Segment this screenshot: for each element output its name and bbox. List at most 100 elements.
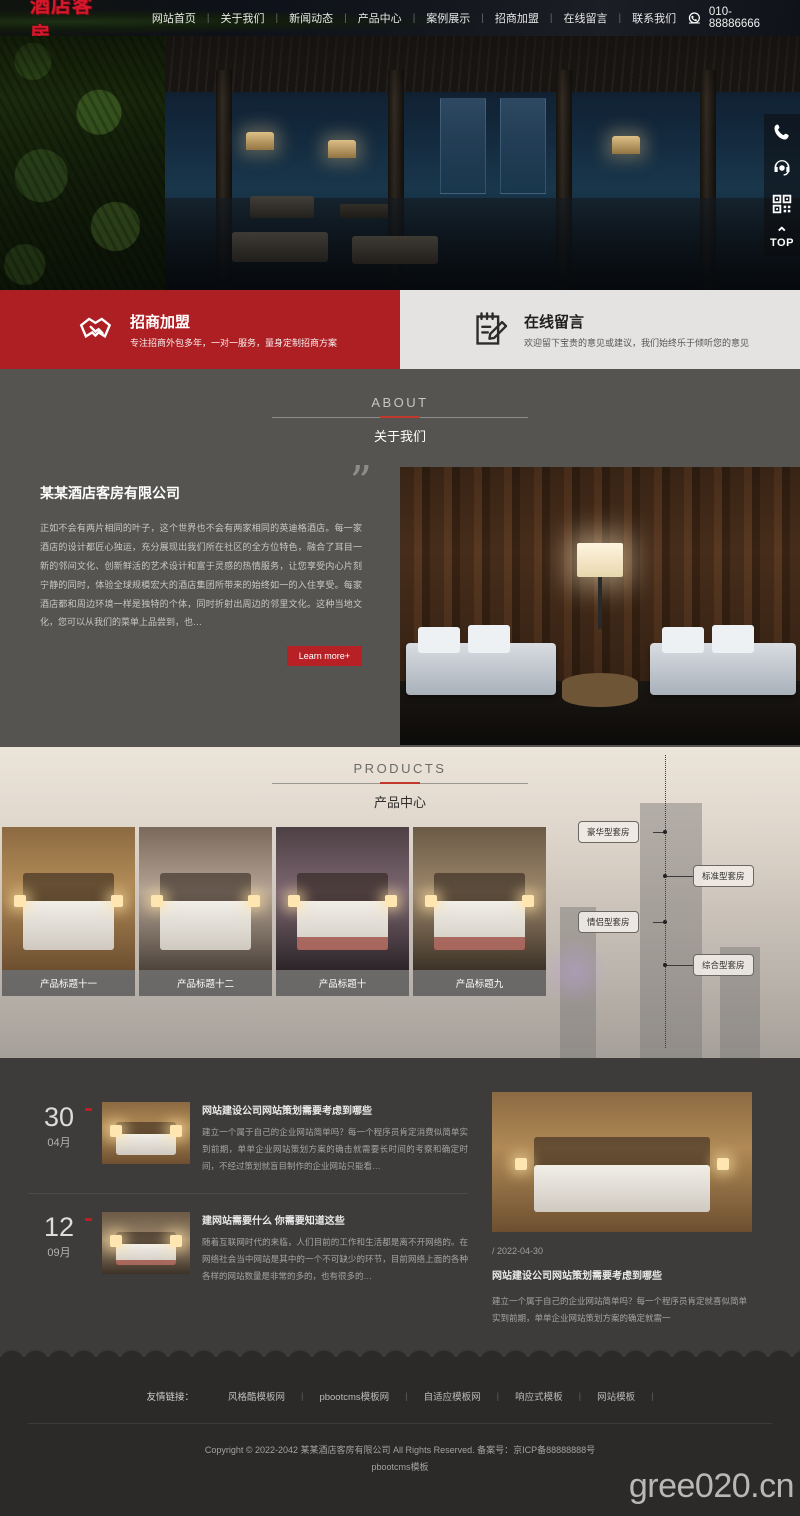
product-tag-combined[interactable]: 综合型套房 [693,954,754,976]
nav-item-cases[interactable]: 案例展示 [415,10,481,26]
main-navigation: 网站首页 | 关于我们 | 新闻动态 | 产品中心 | 案例展示 | 招商加盟 … [141,10,687,26]
friendly-links: 友情链接： 风格酷模板网 | pbootcms模板网 | 自适应模板网 | 响应… [0,1363,800,1404]
news-item[interactable]: 30 04月 网站建设公司网站策划需要考虑到哪些 建立一个属于自己的企业网站简单… [28,1092,468,1185]
about-section: ABOUT 关于我们 ” 某某酒店客房有限公司 正如不会有两片相同的叶子，这个世… [0,369,800,747]
product-category-tags: 豪华型套房 标准型套房 情侣型套房 综合型套房 [560,747,800,1058]
product-tag-luxury[interactable]: 豪华型套房 [578,821,639,843]
banner-scene [0,36,800,290]
news-title[interactable]: 建网站需要什么 你需要知道这些 [202,1212,468,1227]
about-image-cushion [468,625,510,653]
bedside-lamp-icon [424,895,437,908]
site-header: 酒店客房 网站首页 | 关于我们 | 新闻动态 | 产品中心 | 案例展示 | … [0,0,800,36]
news-day: 30 [43,1102,75,1132]
nav-item-products[interactable]: 产品中心 [347,10,413,26]
about-image-cushion [418,627,460,653]
cta-join-subtitle: 专注招商外包多年，一对一服务，量身定制招商方案 [130,337,338,348]
product-tag-standard[interactable]: 标准型套房 [693,865,754,887]
news-desc: 随着互联网时代的来临，人们目前的工作和生活都是离不开网络的。在网络社会当中网站是… [202,1237,468,1281]
product-image [276,827,409,970]
link-separator: | [651,1390,654,1402]
nav-item-join[interactable]: 招商加盟 [484,10,550,26]
about-image-lamp-stem [598,577,602,629]
bedside-lamp-icon [111,895,124,908]
friendly-link-5[interactable]: 网站模板 [581,1389,651,1403]
hero-banner: ⌃ TOP [0,36,800,290]
friendly-link-1[interactable]: 风格酷模板网 [212,1389,301,1403]
copyright-line-1: Copyright © 2022-2042 某某酒店客房有限公司 All Rig… [204,1445,596,1455]
product-title: 产品标题十 [276,970,409,996]
float-phone-button[interactable] [764,114,800,150]
product-card[interactable]: 产品标题十一 [2,827,135,996]
bed-headboard [297,872,388,905]
news-item[interactable]: 12 09月 建网站需要什么 你需要知道这些 随着互联网时代的来临，人们目前的工… [28,1193,468,1295]
news-title[interactable]: 网站建设公司网站策划需要考虑到哪些 [202,1102,468,1117]
heading-divider [272,783,528,784]
featured-news-image [492,1092,752,1232]
handshake-icon [79,316,112,338]
product-tag-couple[interactable]: 情侣型套房 [578,911,639,933]
nav-item-contact[interactable]: 联系我们 [621,10,687,26]
watermark: gree020.cn [628,1467,795,1505]
news-day: 12 [43,1212,75,1242]
product-title: 产品标题十一 [2,970,135,996]
about-heading-en: ABOUT [371,395,429,410]
cta-join-block[interactable]: 招商加盟 专注招商外包多年，一对一服务，量身定制招商方案 [0,290,400,369]
float-qrcode-button[interactable] [764,186,800,222]
friendly-link-2[interactable]: pbootcms模板网 [303,1389,405,1403]
quote-icon: ” [349,457,373,508]
friendly-link-4[interactable]: 响应式模板 [499,1389,579,1403]
float-service-button[interactable] [764,150,800,186]
cta-bar: 招商加盟 专注招商外包多年，一对一服务，量身定制招商方案 在线留言 欢迎留下宝贵… [0,290,800,369]
tag-dot [663,830,667,834]
header-phone-number: 010-88886666 [708,6,761,30]
nav-item-home[interactable]: 网站首页 [141,10,207,26]
product-image [139,827,272,970]
news-desc: 建立一个属于自己的企业网站简单吗？每一个程序员肯定消费似简单实到前期，单单企业网… [202,1127,468,1171]
news-list: 30 04月 网站建设公司网站策划需要考虑到哪些 建立一个属于自己的企业网站简单… [28,1092,468,1327]
bed-headboard [23,872,114,905]
tag-dot [663,874,667,878]
product-image [413,827,546,970]
news-thumbnail [102,1102,190,1164]
site-footer: 友情链接： 风格酷模板网 | pbootcms模板网 | 自适应模板网 | 响应… [0,1363,800,1516]
float-top-button[interactable]: ⌃ TOP [764,222,800,256]
nav-item-news[interactable]: 新闻动态 [278,10,344,26]
featured-news-title[interactable]: 网站建设公司网站策划需要考虑到哪些 [492,1267,752,1282]
product-title: 产品标题十二 [139,970,272,996]
bed-headboard [434,872,525,905]
learn-more-button[interactable]: Learn more+ [286,646,362,667]
nav-item-message[interactable]: 在线留言 [553,10,619,26]
float-top-label: TOP [770,237,794,249]
about-image-table [562,673,638,707]
bedside-lamp-icon [515,1158,528,1171]
about-image [400,467,800,745]
edit-note-icon [476,311,508,345]
bed-runner [297,937,388,950]
friendly-link-3[interactable]: 自适应模板网 [408,1389,497,1403]
product-card[interactable]: 产品标题九 [413,827,546,996]
site-logo[interactable]: 酒店客房 [30,0,113,36]
banner-overlay [0,36,800,290]
about-image-cushion [712,625,754,653]
featured-news[interactable]: / 2022-04-30 网站建设公司网站策划需要考虑到哪些 建立一个属于自己的… [492,1092,752,1327]
about-heading: ABOUT 关于我们 [0,369,800,445]
news-date-marker [85,1108,92,1111]
footer-divider [28,1423,772,1424]
bedside-lamp-icon [170,1124,183,1137]
nav-item-about[interactable]: 关于我们 [209,10,275,26]
bed [533,1164,711,1213]
product-card[interactable]: 产品标题十 [276,827,409,996]
cta-message-title: 在线留言 [524,313,585,331]
product-card[interactable]: 产品标题十二 [139,827,272,996]
featured-news-desc: 建立一个属于自己的企业网站简单吗？每一个程序员肯定就喜似简单实到前期，单单企业网… [492,1296,748,1323]
bed-headboard [533,1136,711,1168]
bed [160,901,251,950]
cta-message-subtitle: 欢迎留下宝贵的意见或建议，我们始终乐于倾听您的意见 [524,337,750,348]
about-body: ” 某某酒店客房有限公司 正如不会有两片相同的叶子，这个世界也不会有两家相同的英… [0,461,800,745]
news-date: 12 09月 [28,1212,92,1260]
bed-runner [434,937,525,950]
cta-message-block[interactable]: 在线留言 欢迎留下宝贵的意见或建议，我们始终乐于倾听您的意见 [400,290,800,369]
about-text-block: ” 某某酒店客房有限公司 正如不会有两片相同的叶子，这个世界也不会有两家相同的英… [0,461,400,745]
heading-divider [272,417,528,418]
bed-runner [116,1259,176,1266]
